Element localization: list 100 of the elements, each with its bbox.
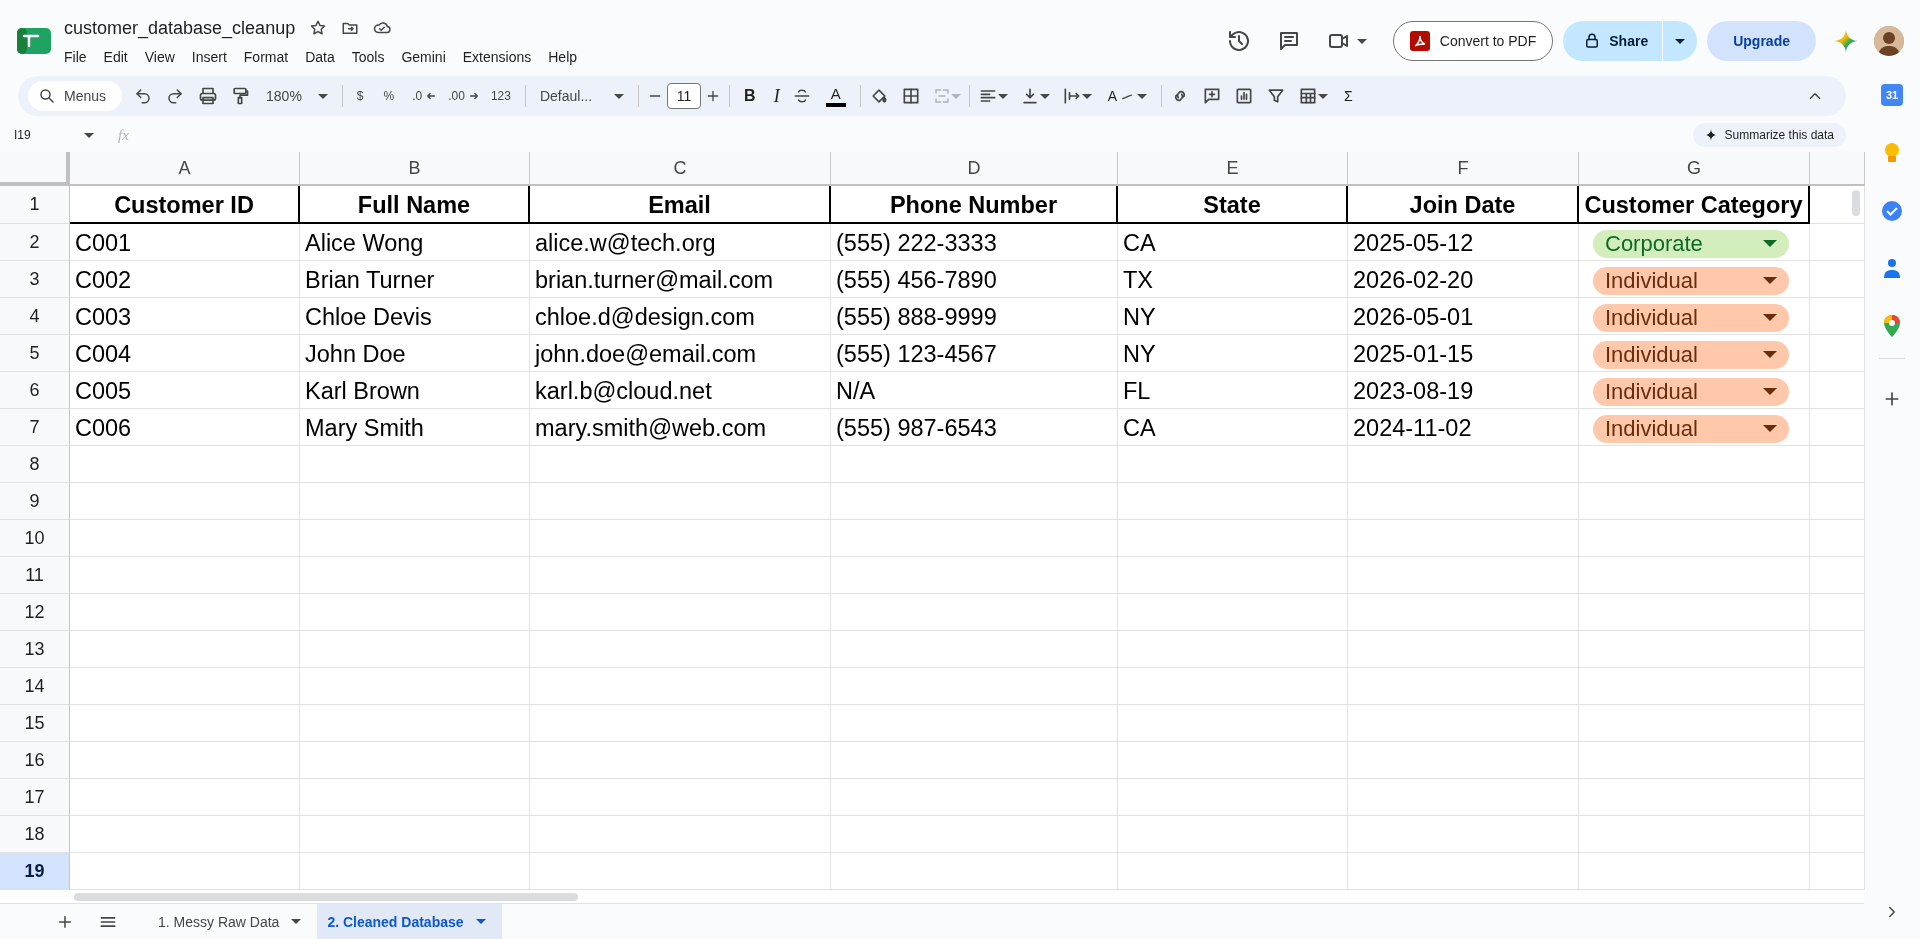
empty-cell[interactable] (530, 557, 831, 594)
menu-item[interactable]: Data (305, 46, 343, 68)
empty-cell[interactable] (1579, 631, 1810, 668)
empty-cell[interactable] (1348, 446, 1579, 483)
caret-icon[interactable] (1763, 351, 1777, 358)
row-header[interactable]: 2 (0, 224, 70, 261)
caret-icon[interactable] (317, 93, 328, 99)
row-header[interactable]: 13 (0, 631, 70, 668)
empty-cell[interactable] (300, 520, 530, 557)
row-header[interactable]: 9 (0, 483, 70, 520)
upgrade-button[interactable]: Upgrade (1707, 21, 1816, 61)
caret-icon[interactable] (1137, 93, 1147, 99)
menu-item[interactable]: Tools (351, 46, 393, 68)
row-header[interactable]: 10 (0, 520, 70, 557)
print-icon[interactable] (198, 86, 219, 106)
merge-cells-icon[interactable] (932, 87, 951, 105)
empty-cell[interactable] (1118, 631, 1348, 668)
menu-item[interactable]: Format (243, 46, 297, 68)
insert-comment-icon[interactable] (1202, 86, 1222, 106)
row-header[interactable]: 17 (0, 779, 70, 816)
sheet-tab[interactable]: 1. Messy Raw Data (148, 904, 318, 939)
empty-cell[interactable] (1348, 483, 1579, 520)
caret-icon[interactable] (1039, 93, 1050, 99)
empty-cell[interactable] (831, 705, 1118, 742)
empty-cell[interactable] (1118, 520, 1348, 557)
empty-cell[interactable] (831, 779, 1118, 816)
column-header[interactable]: F (1348, 152, 1579, 186)
empty-cell[interactable] (831, 631, 1118, 668)
empty-cell[interactable] (1348, 594, 1579, 631)
row-header[interactable]: 15 (0, 705, 70, 742)
empty-cell[interactable] (530, 631, 831, 668)
caret-icon[interactable] (1763, 388, 1777, 395)
number-format-button[interactable]: 123 (484, 82, 517, 110)
empty-cell[interactable] (831, 816, 1118, 853)
empty-cell[interactable] (530, 668, 831, 705)
empty-cell[interactable] (300, 742, 530, 779)
column-header[interactable] (1810, 152, 1865, 186)
caret-icon[interactable] (84, 132, 94, 138)
empty-cell[interactable] (530, 816, 831, 853)
empty-cell[interactable] (1118, 446, 1348, 483)
caret-icon[interactable] (614, 93, 625, 99)
category-dropdown[interactable]: Individual (1593, 340, 1789, 369)
empty-cell[interactable] (530, 483, 831, 520)
caret-icon[interactable] (1356, 38, 1367, 44)
empty-cell[interactable] (831, 742, 1118, 779)
empty-cell[interactable] (530, 594, 831, 631)
currency-button[interactable]: $ (350, 82, 370, 110)
empty-cell[interactable] (300, 594, 530, 631)
caret-icon[interactable] (1081, 93, 1092, 99)
menu-item[interactable]: Gemini (401, 46, 454, 68)
column-header[interactable]: A (70, 152, 300, 186)
menu-item[interactable]: Edit (103, 46, 136, 68)
row-header[interactable]: 8 (0, 446, 70, 483)
category-dropdown[interactable]: Individual (1593, 414, 1789, 443)
filter-icon[interactable] (1266, 86, 1286, 106)
menu-item[interactable]: Insert (191, 46, 235, 68)
column-header[interactable]: D (831, 152, 1118, 186)
functions-button[interactable]: Σ (1338, 82, 1359, 110)
text-rotation-button[interactable]: A (1101, 82, 1153, 110)
avatar[interactable] (1874, 26, 1904, 56)
empty-cell[interactable] (1348, 520, 1579, 557)
horizontal-scrollbar[interactable] (74, 893, 578, 901)
check-circle-icon[interactable] (1881, 200, 1903, 222)
empty-cell[interactable] (1118, 483, 1348, 520)
vertical-scrollbar[interactable] (1852, 190, 1860, 216)
caret-icon[interactable] (1763, 277, 1777, 284)
summarize-button[interactable]: Summarize this data (1692, 123, 1846, 147)
empty-cell[interactable] (1579, 668, 1810, 705)
empty-cell[interactable] (1579, 594, 1810, 631)
name-box[interactable]: I19 (14, 128, 100, 142)
empty-cell[interactable] (1579, 779, 1810, 816)
empty-cell[interactable] (300, 668, 530, 705)
empty-cell[interactable] (1118, 742, 1348, 779)
empty-cell[interactable] (1348, 816, 1579, 853)
empty-cell[interactable] (1579, 520, 1810, 557)
menu-item[interactable]: Help (548, 46, 586, 68)
category-dropdown[interactable]: Individual (1593, 377, 1789, 406)
empty-cell[interactable] (530, 520, 831, 557)
sheet-tab[interactable]: 2. Cleaned Database (317, 904, 502, 939)
empty-cell[interactable] (1348, 631, 1579, 668)
menu-item[interactable]: Extensions (462, 46, 540, 68)
row-header[interactable]: 7 (0, 409, 70, 446)
category-dropdown[interactable]: Individual (1593, 303, 1789, 332)
category-dropdown[interactable]: Individual (1593, 266, 1789, 295)
percent-button[interactable]: % (377, 82, 401, 110)
column-header[interactable]: E (1118, 152, 1348, 186)
category-dropdown[interactable]: Corporate (1593, 229, 1789, 258)
italic-button[interactable]: I (767, 82, 786, 110)
caret-icon[interactable] (1675, 38, 1686, 44)
empty-cell[interactable] (831, 483, 1118, 520)
font-dropdown[interactable]: Defaul... (533, 82, 631, 110)
column-header[interactable]: C (530, 152, 831, 186)
row-header[interactable]: 5 (0, 335, 70, 372)
document-title[interactable]: customer_database_cleanup (64, 17, 296, 39)
row-header[interactable]: 16 (0, 742, 70, 779)
empty-cell[interactable] (1579, 816, 1810, 853)
caret-icon[interactable] (1763, 314, 1777, 321)
empty-cell[interactable] (831, 594, 1118, 631)
person-icon[interactable] (1883, 258, 1901, 278)
redo-icon[interactable] (166, 87, 185, 105)
